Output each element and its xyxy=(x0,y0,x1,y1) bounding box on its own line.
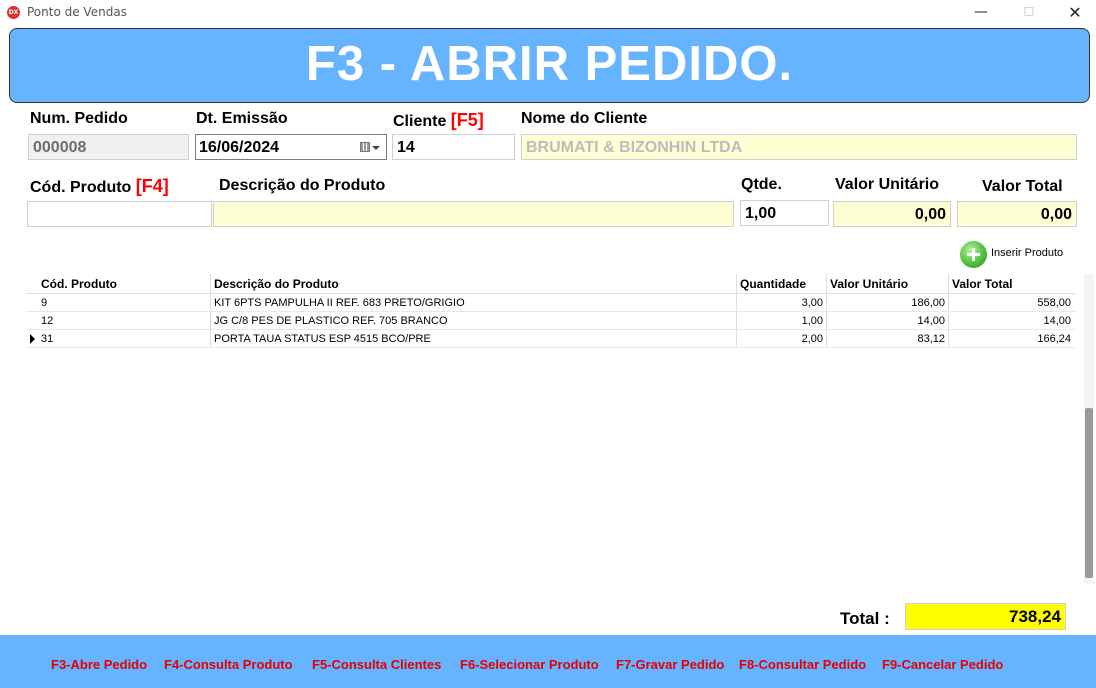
cell-vu: 14,00 xyxy=(826,312,948,329)
cell-vu: 186,00 xyxy=(826,294,948,311)
row-indicator xyxy=(26,312,38,329)
app-icon: DX xyxy=(7,6,20,19)
close-button[interactable]: ✕ xyxy=(1052,0,1096,25)
f3-abre-pedido-button[interactable]: F3-Abre Pedido xyxy=(51,657,147,672)
cod-produto-label: Cód. Produto [F4] xyxy=(30,176,169,197)
table-row[interactable]: 12 JG C/8 PES DE PLASTICO REF. 705 BRANC… xyxy=(26,312,1075,330)
col-header-vu[interactable]: Valor Unitário xyxy=(826,274,948,293)
grid-header-row: Cód. Produto Descrição do Produto Quanti… xyxy=(26,274,1075,294)
nome-cliente-label: Nome do Cliente xyxy=(521,110,648,127)
valor-total-field: 0,00 xyxy=(957,201,1077,227)
title-bar: DX Ponto de Vendas — ☐ ✕ xyxy=(0,0,1096,25)
cliente-label-text: Cliente xyxy=(393,113,447,130)
cell-cod: 12 xyxy=(41,315,54,327)
cod-produto-fkey: [F4] xyxy=(135,176,169,196)
cell-qtd: 3,00 xyxy=(736,294,826,311)
num-pedido-field[interactable]: 000008 xyxy=(28,134,189,160)
descricao-produto-label: Descrição do Produto xyxy=(219,177,386,194)
minimize-button[interactable]: — xyxy=(958,0,1004,25)
products-grid: Cód. Produto Descrição do Produto Quanti… xyxy=(26,274,1075,348)
f4-consulta-produto-button[interactable]: F4-Consulta Produto xyxy=(164,657,293,672)
qtde-field[interactable]: 1,00 xyxy=(740,200,829,226)
col-header-cod[interactable]: Cód. Produto xyxy=(38,274,210,293)
f9-cancelar-pedido-button[interactable]: F9-Cancelar Pedido xyxy=(882,657,1003,672)
total-value: 738,24 xyxy=(905,603,1066,630)
cell-desc: PORTA TAUA STATUS ESP 4515 BCO/PRE xyxy=(210,330,736,347)
function-key-bar: F3-Abre Pedido F4-Consulta Produto F5-Co… xyxy=(0,635,1096,688)
cliente-fkey: [F5] xyxy=(450,110,484,130)
f8-consultar-pedido-button[interactable]: F8-Consultar Pedido xyxy=(739,657,866,672)
col-header-qtd[interactable]: Quantidade xyxy=(736,274,826,293)
dt-emissao-value: 16/06/2024 xyxy=(199,139,280,156)
window-title: Ponto de Vendas xyxy=(27,5,127,19)
grid-scrollbar-thumb[interactable] xyxy=(1085,408,1093,578)
row-indicator xyxy=(26,294,38,311)
cell-cod: 31 xyxy=(41,333,54,345)
dt-emissao-field[interactable]: 16/06/2024 xyxy=(195,134,387,160)
qtde-label: Qtde. xyxy=(741,176,782,193)
grid-indicator-header xyxy=(26,274,38,293)
chevron-down-icon[interactable] xyxy=(372,146,380,150)
plus-icon xyxy=(960,241,987,268)
valor-unitario-label: Valor Unitário xyxy=(835,176,940,193)
f7-gravar-pedido-button[interactable]: F7-Gravar Pedido xyxy=(616,657,724,672)
cliente-label: Cliente [F5] xyxy=(393,110,484,131)
nome-cliente-field: BRUMATI & BIZONHIN LTDA xyxy=(521,134,1077,160)
f6-selecionar-produto-button[interactable]: F6-Selecionar Produto xyxy=(460,657,599,672)
cell-vt: 558,00 xyxy=(948,294,1074,311)
header-banner: F3 - ABRIR PEDIDO. xyxy=(9,28,1090,103)
total-label: Total : xyxy=(840,609,890,628)
valor-unitario-field: 0,00 xyxy=(833,201,951,227)
table-row[interactable]: 9 KIT 6PTS PAMPULHA II REF. 683 PRETO/GR… xyxy=(26,294,1075,312)
cell-vt: 14,00 xyxy=(948,312,1074,329)
insert-product-button[interactable]: Inserir Produto xyxy=(960,241,1070,268)
valor-total-label: Valor Total xyxy=(982,178,1063,195)
cell-qtd: 2,00 xyxy=(736,330,826,347)
calendar-icon[interactable] xyxy=(360,142,370,152)
cell-qtd: 1,00 xyxy=(736,312,826,329)
cliente-field[interactable]: 14 xyxy=(392,134,515,160)
row-indicator xyxy=(26,330,38,347)
f5-consulta-clientes-button[interactable]: F5-Consulta Clientes xyxy=(312,657,441,672)
current-row-arrow-icon xyxy=(30,334,35,344)
descricao-produto-field xyxy=(213,201,734,227)
cell-cod: 9 xyxy=(41,297,48,309)
dt-emissao-label: Dt. Emissão xyxy=(196,110,288,127)
col-header-desc[interactable]: Descrição do Produto xyxy=(210,274,736,293)
col-header-vt[interactable]: Valor Total xyxy=(948,274,1074,293)
table-row[interactable]: 31 PORTA TAUA STATUS ESP 4515 BCO/PRE 2,… xyxy=(26,330,1075,348)
cell-desc: KIT 6PTS PAMPULHA II REF. 683 PRETO/GRIG… xyxy=(210,294,736,311)
num-pedido-label: Num. Pedido xyxy=(30,110,128,127)
cod-produto-label-text: Cód. Produto xyxy=(30,179,132,196)
banner-title: F3 - ABRIR PEDIDO. xyxy=(305,37,794,91)
cod-produto-field[interactable] xyxy=(27,201,212,227)
cell-desc: JG C/8 PES DE PLASTICO REF. 705 BRANCO xyxy=(210,312,736,329)
cell-vt: 166,24 xyxy=(948,330,1074,347)
insert-product-label: Inserir Produto xyxy=(991,247,1064,259)
maximize-button[interactable]: ☐ xyxy=(1006,0,1052,25)
cell-vu: 83,12 xyxy=(826,330,948,347)
